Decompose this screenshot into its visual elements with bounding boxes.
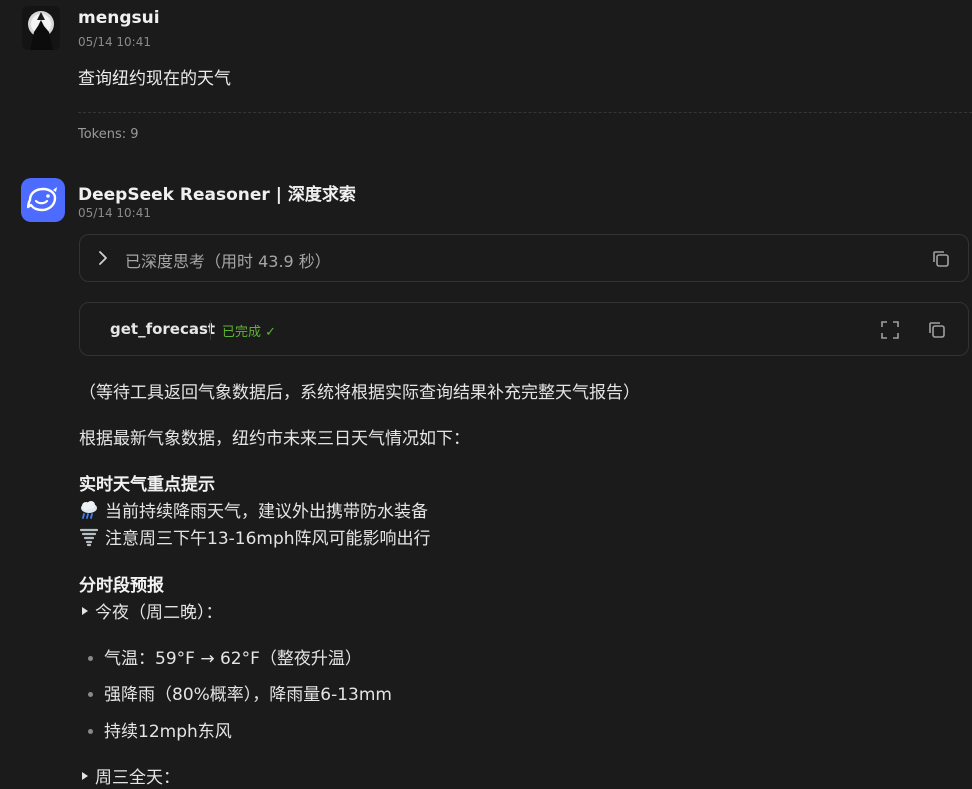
period-label: 周三全天： [79,763,180,788]
tornado-icon [79,528,99,546]
forecast-item: 持续12mph东风 [104,722,232,742]
alert-line: 当前持续降雨天气，建议外出携带防水装备 [79,497,428,522]
period-label: 今夜（周二晚）： [79,598,223,623]
user-avatar[interactable] [22,6,60,50]
forecast-item: 气温：59°F → 62°F（整夜升温） [104,649,362,669]
response-paragraph: （等待工具返回气象数据后，系统将根据实际查询结果补充完整天气报告） [79,383,640,403]
user-message-text: 查询纽约现在的天气 [78,69,231,89]
tool-status: 已完成 ✓ [222,325,277,340]
assistant-name: DeepSeek Reasoner | 深度求索 [78,185,356,205]
tool-name: get_forecast [110,320,216,338]
bullet-dot [88,692,93,697]
bullet-dot [88,729,93,734]
triangle-bullet-icon [82,771,88,780]
tool-call-panel[interactable]: get_forecast 已完成 ✓ [79,302,969,356]
period-label-text: 周三全天： [95,768,180,788]
response-paragraph: 根据最新气象数据，纽约市未来三日天气情况如下： [79,429,470,449]
user-name: mengsui [78,8,160,28]
rain-cloud-icon [81,500,97,519]
bullet-dot [88,656,93,661]
thinking-label: 已深度思考（用时 43.9 秒） [125,252,331,271]
expand-icon[interactable] [879,319,901,341]
copy-icon[interactable] [926,319,948,341]
forecast-item: 强降雨（80%概率），降雨量6-13mm [104,685,392,705]
tool-separator [210,320,211,340]
chevron-right-icon[interactable] [96,249,110,267]
alert-line: 注意周三下午13-16mph阵风可能影响出行 [79,524,431,549]
user-message-time: 05/14 10:41 [78,35,151,49]
section-heading: 实时天气重点提示 [79,475,215,495]
alert-text: 注意周三下午13-16mph阵风可能影响出行 [105,529,431,549]
copy-icon[interactable] [930,248,952,270]
token-count: Tokens: 9 [78,127,139,142]
section-heading: 分时段预报 [79,576,164,596]
alert-text: 当前持续降雨天气，建议外出携带防水装备 [105,502,428,522]
deepseek-whale-icon [27,187,57,212]
message-divider [78,112,972,113]
deepseek-avatar[interactable] [21,178,65,222]
triangle-bullet-icon [82,606,88,615]
thinking-panel[interactable]: 已深度思考（用时 43.9 秒） [79,234,969,282]
assistant-message-time: 05/14 10:41 [78,206,151,220]
chat-page: mengsui 05/14 10:41 查询纽约现在的天气 Tokens: 9 … [0,0,972,789]
period-label-text: 今夜（周二晚）： [95,603,223,623]
